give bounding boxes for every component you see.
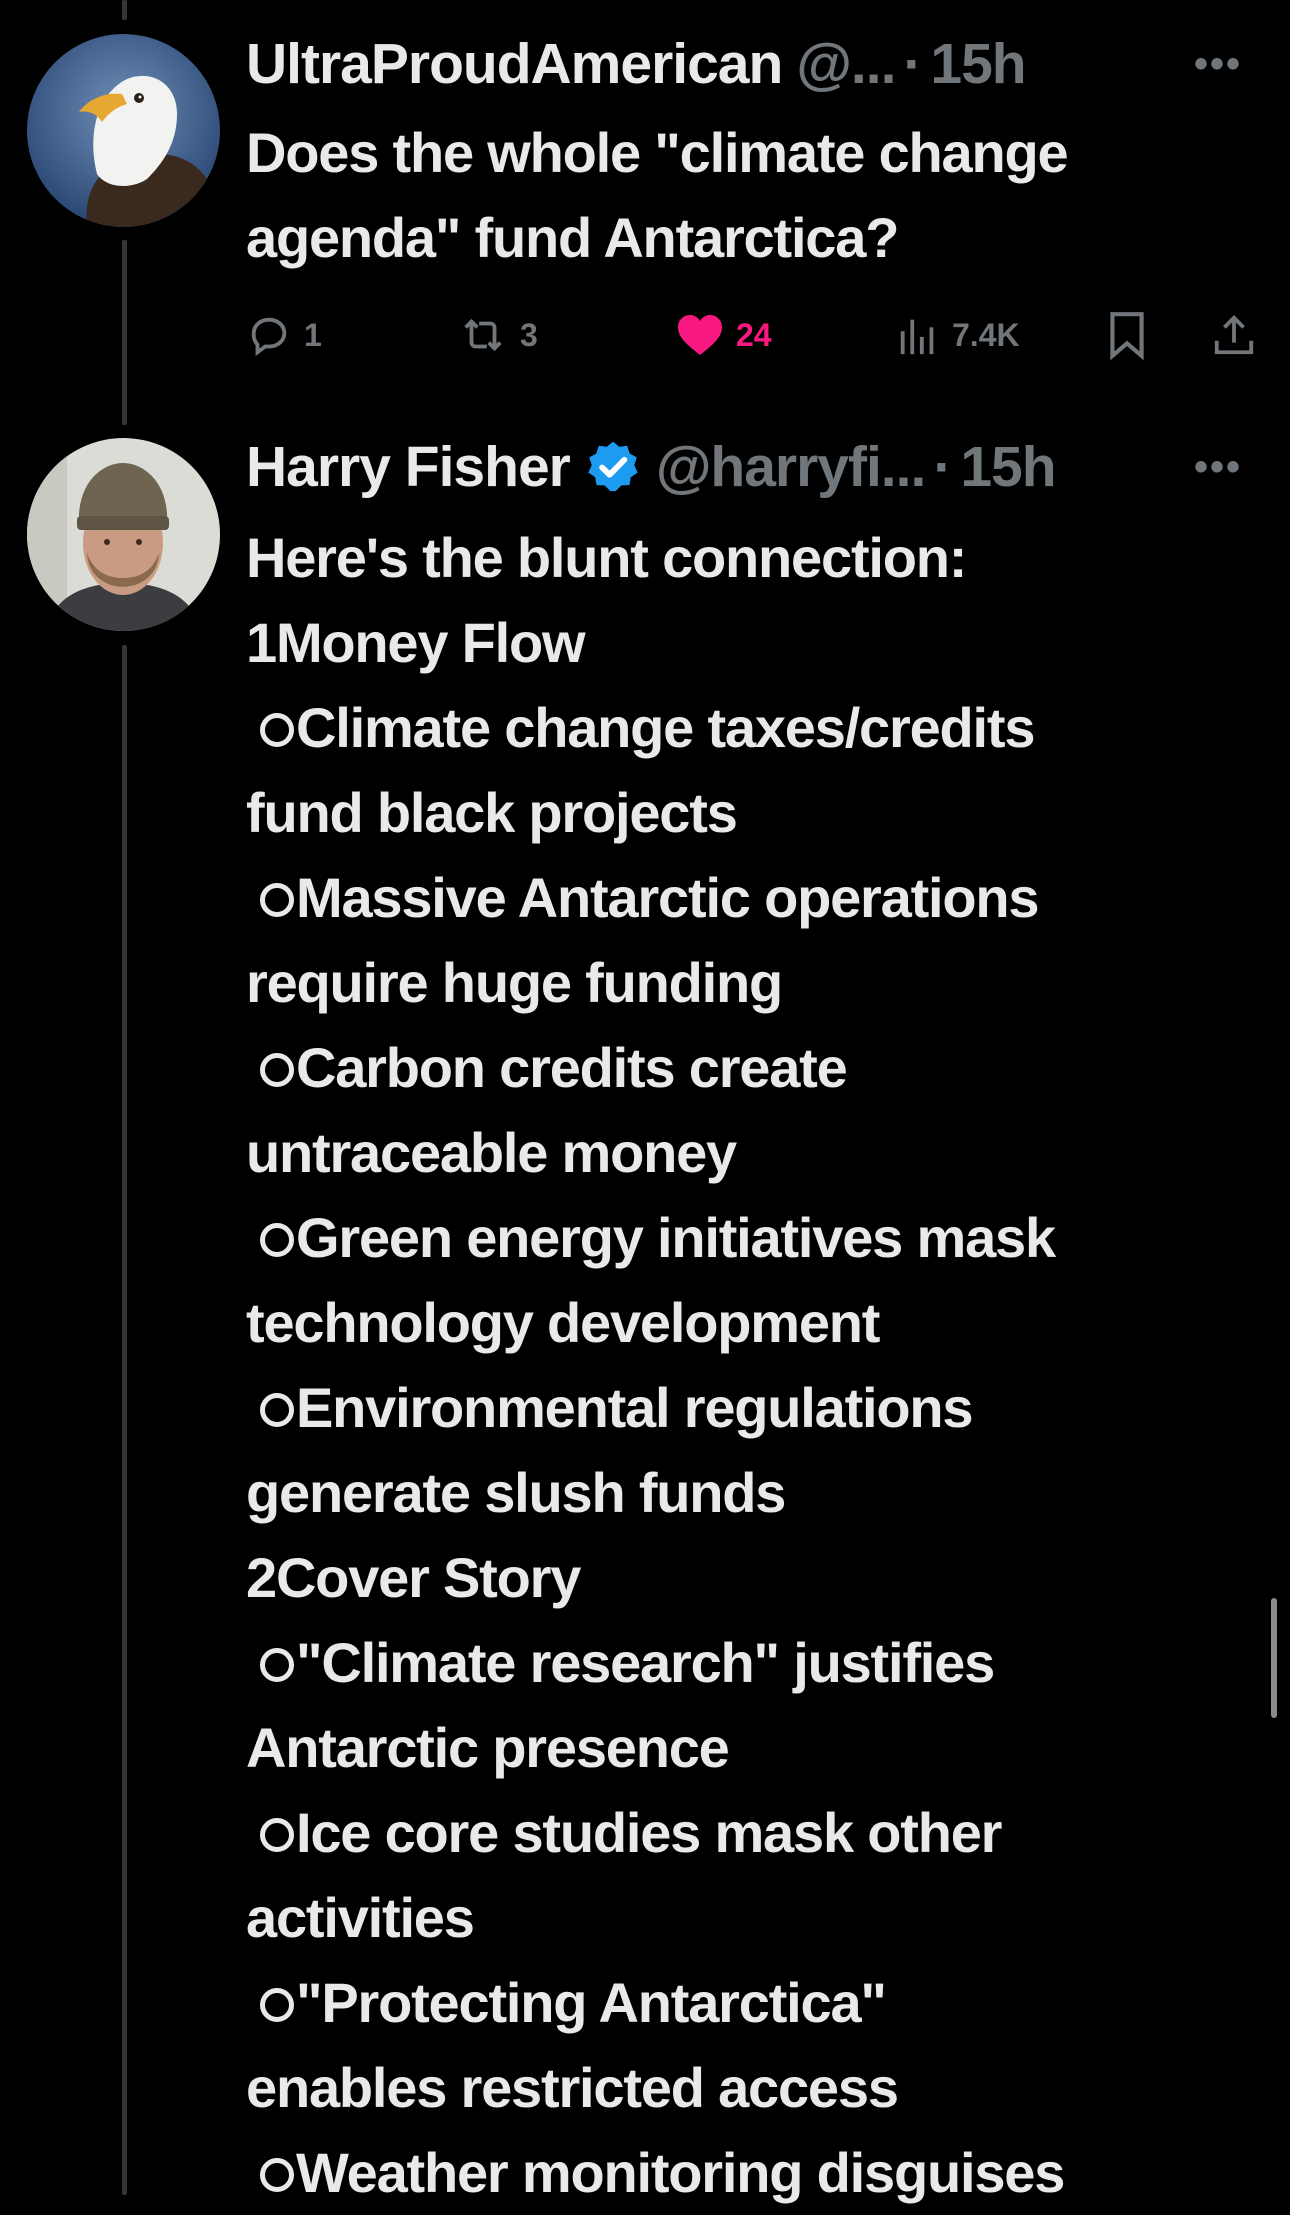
tweet-header: UltraProudAmerican @... · 15h ••• <box>246 30 1260 98</box>
tweet-text-segment: Environmental regulations <box>296 1376 974 1439</box>
scrollbar[interactable] <box>1271 1598 1277 1718</box>
tweet-text-segment: require huge funding <box>246 951 783 1014</box>
more-options-icon[interactable]: ••• <box>1194 30 1242 98</box>
views-button[interactable]: 7.4K <box>896 305 1020 365</box>
avatar[interactable] <box>27 438 220 631</box>
separator-dot: · <box>933 435 953 499</box>
tweet-text-segment: Ice core studies mask other <box>296 1801 1002 1864</box>
display-name[interactable]: UltraProudAmerican <box>246 30 783 98</box>
thread-line-reply <box>122 240 127 425</box>
user-handle[interactable]: @... <box>796 30 896 98</box>
tweet-text-line: Does the whole "climate change <box>246 121 1069 184</box>
tweet-bullet-line: Carbon credits create <box>246 1025 1266 1110</box>
thread-line-lower <box>122 645 127 2195</box>
tweet-bullet-line: "Protecting Antarctica" <box>246 1960 1266 2045</box>
tweet-text-line: agenda" fund Antarctica? <box>246 206 899 269</box>
tweet-text-segment: enables restricted access <box>246 2056 899 2119</box>
heart-filled-icon <box>678 315 722 355</box>
tweet-text-segment: 1Money Flow <box>246 611 586 674</box>
tweet-text-segment: fund black projects <box>246 781 738 844</box>
post-time[interactable]: 15h <box>960 433 1056 501</box>
tweet-bullet-line: Ice core studies mask other <box>246 1790 1266 1875</box>
tweet-bullet-line: Weather monitoring disguises <box>246 2130 1266 2215</box>
tweet-text-line: enables restricted access <box>246 2045 1266 2130</box>
reply-icon <box>251 317 287 357</box>
tweet-text-line: Antarctic presence <box>246 1705 1266 1790</box>
share-button[interactable] <box>1211 305 1257 365</box>
tweet-text-segment: Carbon credits create <box>296 1036 848 1099</box>
tweet-text-segment: generate slush funds <box>246 1461 786 1524</box>
tweet-text-segment: "Climate research" justifies <box>296 1631 995 1694</box>
share-icon <box>1214 315 1254 355</box>
tweet-bullet-line: "Climate research" justifies <box>246 1620 1266 1705</box>
views-chart-icon <box>900 319 934 355</box>
tweet-bullet-line: Climate change taxes/credits <box>246 685 1266 770</box>
tweet-text-segment: "Protecting Antarctica" <box>296 1971 887 2034</box>
bookmark-icon <box>1110 312 1144 360</box>
bald-eagle-avatar-icon <box>27 34 220 227</box>
tweet-bullet-line: Massive Antarctic operations <box>246 855 1266 940</box>
separator-dot: · <box>903 32 923 96</box>
tweet-bullet-line: Environmental regulations <box>246 1365 1266 1450</box>
tweet-text-line: technology development <box>246 1280 1266 1365</box>
tweet-text-line: 2Cover Story <box>246 1535 1266 1620</box>
thread-line-top <box>122 0 127 20</box>
user-handle[interactable]: @harryfi... <box>656 433 926 501</box>
reply-button[interactable]: 1 <box>246 305 322 365</box>
like-count: 24 <box>736 316 772 353</box>
tweet-text-line: untraceable money <box>246 1110 1266 1195</box>
verified-badge-icon <box>588 441 638 492</box>
tweet-text-segment: Massive Antarctic operations <box>296 866 1040 929</box>
tweet-text-line: require huge funding <box>246 940 1266 1025</box>
repost-icon <box>464 318 502 352</box>
tweet-text-line: generate slush funds <box>246 1450 1266 1535</box>
tweet-text-segment: Green energy initiatives mask <box>296 1206 1056 1269</box>
more-options-icon[interactable]: ••• <box>1194 433 1242 501</box>
tweet-text-line: fund black projects <box>246 770 1266 855</box>
tweet-text-segment: Here's the blunt connection: <box>246 526 967 589</box>
tweet-actions: 1 3 24 7.4K <box>246 305 1261 365</box>
repost-button[interactable]: 3 <box>458 305 538 365</box>
tweet-text-line: activities <box>246 1875 1266 1960</box>
man-with-beanie-avatar-icon <box>27 438 220 631</box>
repost-count: 3 <box>520 316 538 353</box>
views-count: 7.4K <box>952 316 1020 353</box>
reply-count: 1 <box>304 316 322 353</box>
like-button[interactable]: 24 <box>676 305 772 365</box>
bookmark-button[interactable] <box>1106 305 1148 365</box>
tweet-text-segment: technology development <box>246 1291 880 1354</box>
tweet-header: Harry Fisher @harryfi... · 15h ••• <box>246 433 1260 501</box>
tweet-text-line: Here's the blunt connection: <box>246 515 1266 600</box>
tweet-text-segment: 2Cover Story <box>246 1546 581 1609</box>
tweet-text-segment: Climate change taxes/credits <box>296 696 1035 759</box>
tweet-text-line: 1Money Flow <box>246 600 1266 685</box>
tweet-text: Does the whole "climate change agenda" f… <box>246 110 1266 280</box>
display-name[interactable]: Harry Fisher <box>246 433 571 501</box>
tweet-text: Here's the blunt connection: 1Money Flow… <box>246 515 1266 2215</box>
post-time[interactable]: 15h <box>930 30 1026 98</box>
avatar[interactable] <box>27 34 220 227</box>
tweet-text-segment: activities <box>246 1886 475 1949</box>
tweet-text-segment: Antarctic presence <box>246 1716 730 1779</box>
tweet-bullet-line: Green energy initiatives mask <box>246 1195 1266 1280</box>
tweet-text-segment: untraceable money <box>246 1121 737 1184</box>
